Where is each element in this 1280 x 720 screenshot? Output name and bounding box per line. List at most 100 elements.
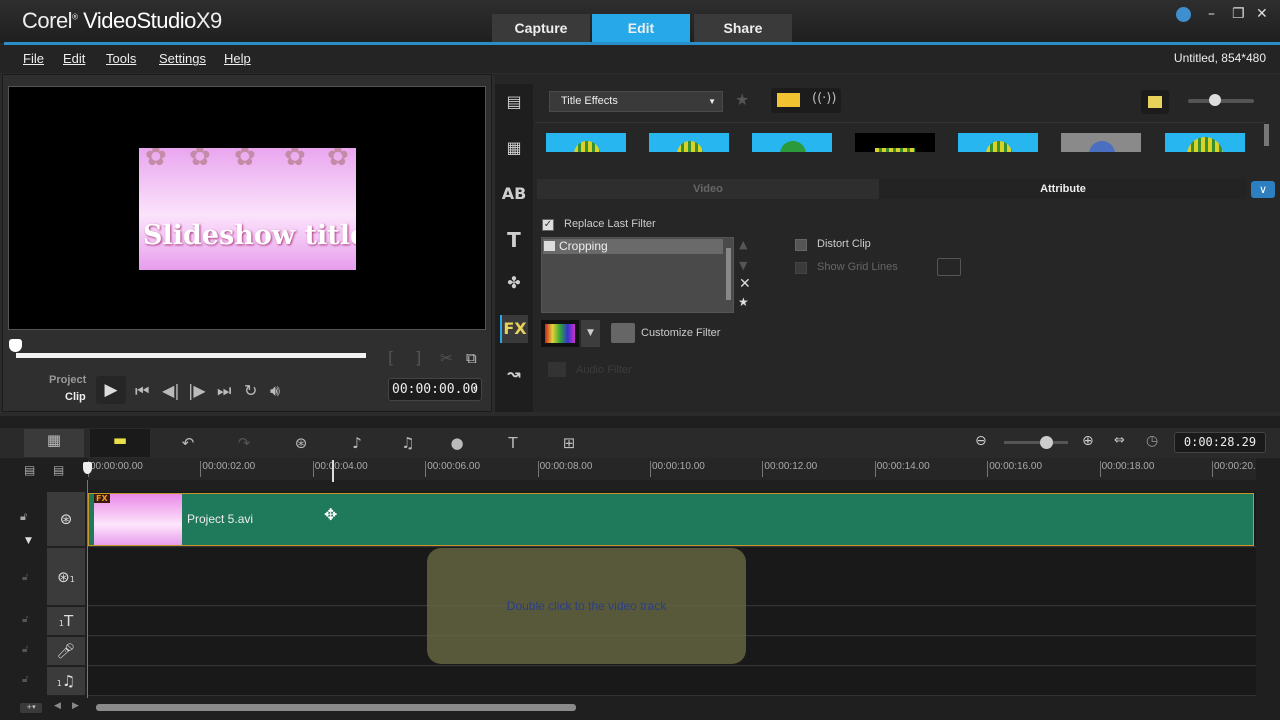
title-track-header[interactable]: 1T [47, 607, 85, 636]
lock-track-icon[interactable]: 🔓︎ [22, 674, 28, 685]
thumbnail-size-slider[interactable] [1188, 99, 1254, 103]
add-favorite-icon[interactable]: ★ [735, 90, 749, 109]
scrubber-handle[interactable] [9, 339, 22, 352]
restore-button[interactable]: ❐ [1232, 6, 1245, 22]
effect-thumbnail[interactable] [1061, 133, 1141, 152]
playhead[interactable] [83, 462, 92, 474]
enlarge-preview-icon[interactable]: ⧉ [466, 349, 477, 367]
grid-settings-icon[interactable] [937, 258, 961, 276]
timecode-spinner[interactable]: ⇕ [473, 379, 478, 400]
close-button[interactable]: ✕ [1256, 6, 1268, 22]
fit-project-icon[interactable]: ⇔ [1114, 433, 1125, 448]
tab-attribute[interactable]: Attribute [879, 179, 1247, 199]
lock-track-icon[interactable]: 🔓︎ [22, 614, 28, 625]
minimize-button[interactable]: – [1208, 6, 1215, 22]
effect-thumbnail[interactable] [1165, 133, 1245, 152]
mark-in-icon[interactable]: [ [388, 348, 394, 367]
redo-icon[interactable]: ↷ [228, 432, 260, 454]
filter-list-scrollbar[interactable] [726, 248, 731, 300]
path-icon[interactable]: ↝ [500, 360, 528, 388]
effect-thumbnail[interactable] [649, 133, 729, 152]
scrubber-bar[interactable] [16, 353, 366, 358]
instant-project-icon[interactable]: ▦ [500, 134, 528, 162]
show-grid-lines-checkbox[interactable] [795, 262, 807, 274]
collapse-options-button[interactable]: ∨ [1251, 181, 1275, 198]
zoom-in-icon[interactable]: ⊕ [1082, 433, 1094, 449]
customize-filter-icon[interactable] [611, 323, 635, 343]
fx-filter-icon[interactable]: FX [500, 315, 528, 343]
menu-settings[interactable]: Settings [159, 51, 206, 66]
add-track-button[interactable]: +▾ [20, 703, 42, 713]
multi-camera-icon[interactable]: ⊞ [553, 432, 585, 454]
subtitle-editor-icon[interactable]: T [497, 432, 529, 454]
audio-filter-button[interactable]: Audio Filter [576, 364, 632, 376]
auto-music-icon[interactable]: ♫ [392, 432, 424, 454]
video-clip[interactable]: FX Project 5.avi [88, 493, 1254, 546]
effect-thumbnail[interactable] [546, 133, 626, 152]
voice-track-header[interactable]: 🎤︎ [47, 637, 85, 666]
previous-frame-button[interactable]: ◀| [162, 381, 180, 400]
filter-list-item[interactable]: Cropping [543, 239, 723, 254]
storyboard-view-icon[interactable]: ▦ [24, 429, 84, 457]
title-icon[interactable]: T [500, 226, 528, 254]
library-category-dropdown[interactable]: Title Effects ▼ [549, 91, 723, 112]
undo-icon[interactable]: ↶ [172, 432, 204, 454]
motion-tracking-icon[interactable]: ● [441, 432, 473, 454]
record-capture-icon[interactable]: ⊛ [285, 432, 317, 454]
media-icon[interactable]: ▤ [500, 88, 528, 116]
repeat-icon[interactable]: ↻ [244, 381, 257, 400]
end-button[interactable]: ⏭ [217, 381, 231, 401]
graphic-icon[interactable]: ✤ [500, 269, 528, 297]
scroll-left-icon[interactable]: ◀ [54, 701, 61, 711]
menu-edit[interactable]: Edit [63, 51, 85, 66]
music-track-header[interactable]: 1♫ [47, 667, 85, 696]
preview-timecode[interactable]: 00:00:00.00 ⇕ [388, 378, 482, 401]
filter-list[interactable]: Cropping [541, 237, 734, 313]
thumbnail-scrollbar[interactable] [1264, 124, 1269, 146]
customize-filter-button[interactable]: Customize Filter [641, 327, 720, 339]
zoom-slider[interactable] [1004, 441, 1068, 444]
help-icon[interactable] [1176, 7, 1191, 22]
effect-thumbnail[interactable] [752, 133, 832, 152]
remove-filter-icon[interactable]: ✕ [739, 276, 751, 292]
video-filter-icon[interactable] [777, 93, 800, 107]
expand-track-icon[interactable]: ▼ [25, 536, 32, 546]
zoom-out-icon[interactable]: ⊖ [975, 433, 987, 449]
mode-project[interactable]: Project [49, 374, 86, 386]
transition-icon[interactable]: AB [500, 180, 528, 208]
menu-file[interactable]: File [23, 51, 44, 66]
split-clip-icon[interactable]: ✂ [440, 349, 453, 367]
add-to-favorites-icon[interactable]: ★ [738, 295, 749, 309]
tab-share[interactable]: Share [694, 14, 792, 43]
home-button[interactable]: ⏮ [135, 381, 149, 401]
sound-mixer-icon[interactable]: ♪ [341, 432, 373, 454]
timeline-scrollbar[interactable] [96, 704, 576, 711]
preset-dropdown-button[interactable]: ▼ [581, 320, 600, 347]
effect-thumbnail[interactable] [855, 133, 935, 152]
menu-help[interactable]: Help [224, 51, 251, 66]
filter-preset-thumbnail[interactable] [541, 320, 579, 347]
move-filter-up-icon[interactable]: ▲ [739, 238, 747, 251]
tab-video[interactable]: Video [537, 179, 879, 199]
lock-track-icon[interactable]: 🔓︎ [22, 572, 28, 583]
chapter-cue-icon[interactable]: ▤ [53, 463, 64, 477]
overlay-track-header[interactable]: ⊛1 [47, 548, 85, 606]
lock-track-icon[interactable]: 🔓︎ [20, 510, 27, 524]
tab-edit[interactable]: Edit [592, 14, 690, 43]
next-frame-button[interactable]: |▶ [188, 381, 206, 400]
timeline-view-icon[interactable]: ▬ [90, 429, 150, 457]
lock-track-icon[interactable]: 🔓︎ [22, 644, 28, 655]
mark-out-icon[interactable]: ] [415, 348, 421, 367]
move-filter-down-icon[interactable]: ▼ [739, 259, 747, 272]
audio-filter-icon[interactable]: ((·)) [812, 91, 836, 106]
menu-tools[interactable]: Tools [106, 51, 136, 66]
replace-last-filter-checkbox[interactable]: ✓ [542, 219, 554, 231]
mode-clip[interactable]: Clip [65, 391, 86, 403]
zoom-slider-knob[interactable] [1040, 436, 1053, 449]
scroll-right-icon[interactable]: ▶ [72, 701, 79, 711]
track-manager-icon[interactable]: ▤ [24, 463, 35, 477]
volume-icon[interactable]: 🔊︎ [270, 381, 280, 401]
preview-window[interactable]: ✿ ✿ ✿ ✿ ✿ Slideshow title [8, 86, 486, 330]
music-track[interactable] [88, 667, 1256, 696]
effect-thumbnail[interactable] [958, 133, 1038, 152]
